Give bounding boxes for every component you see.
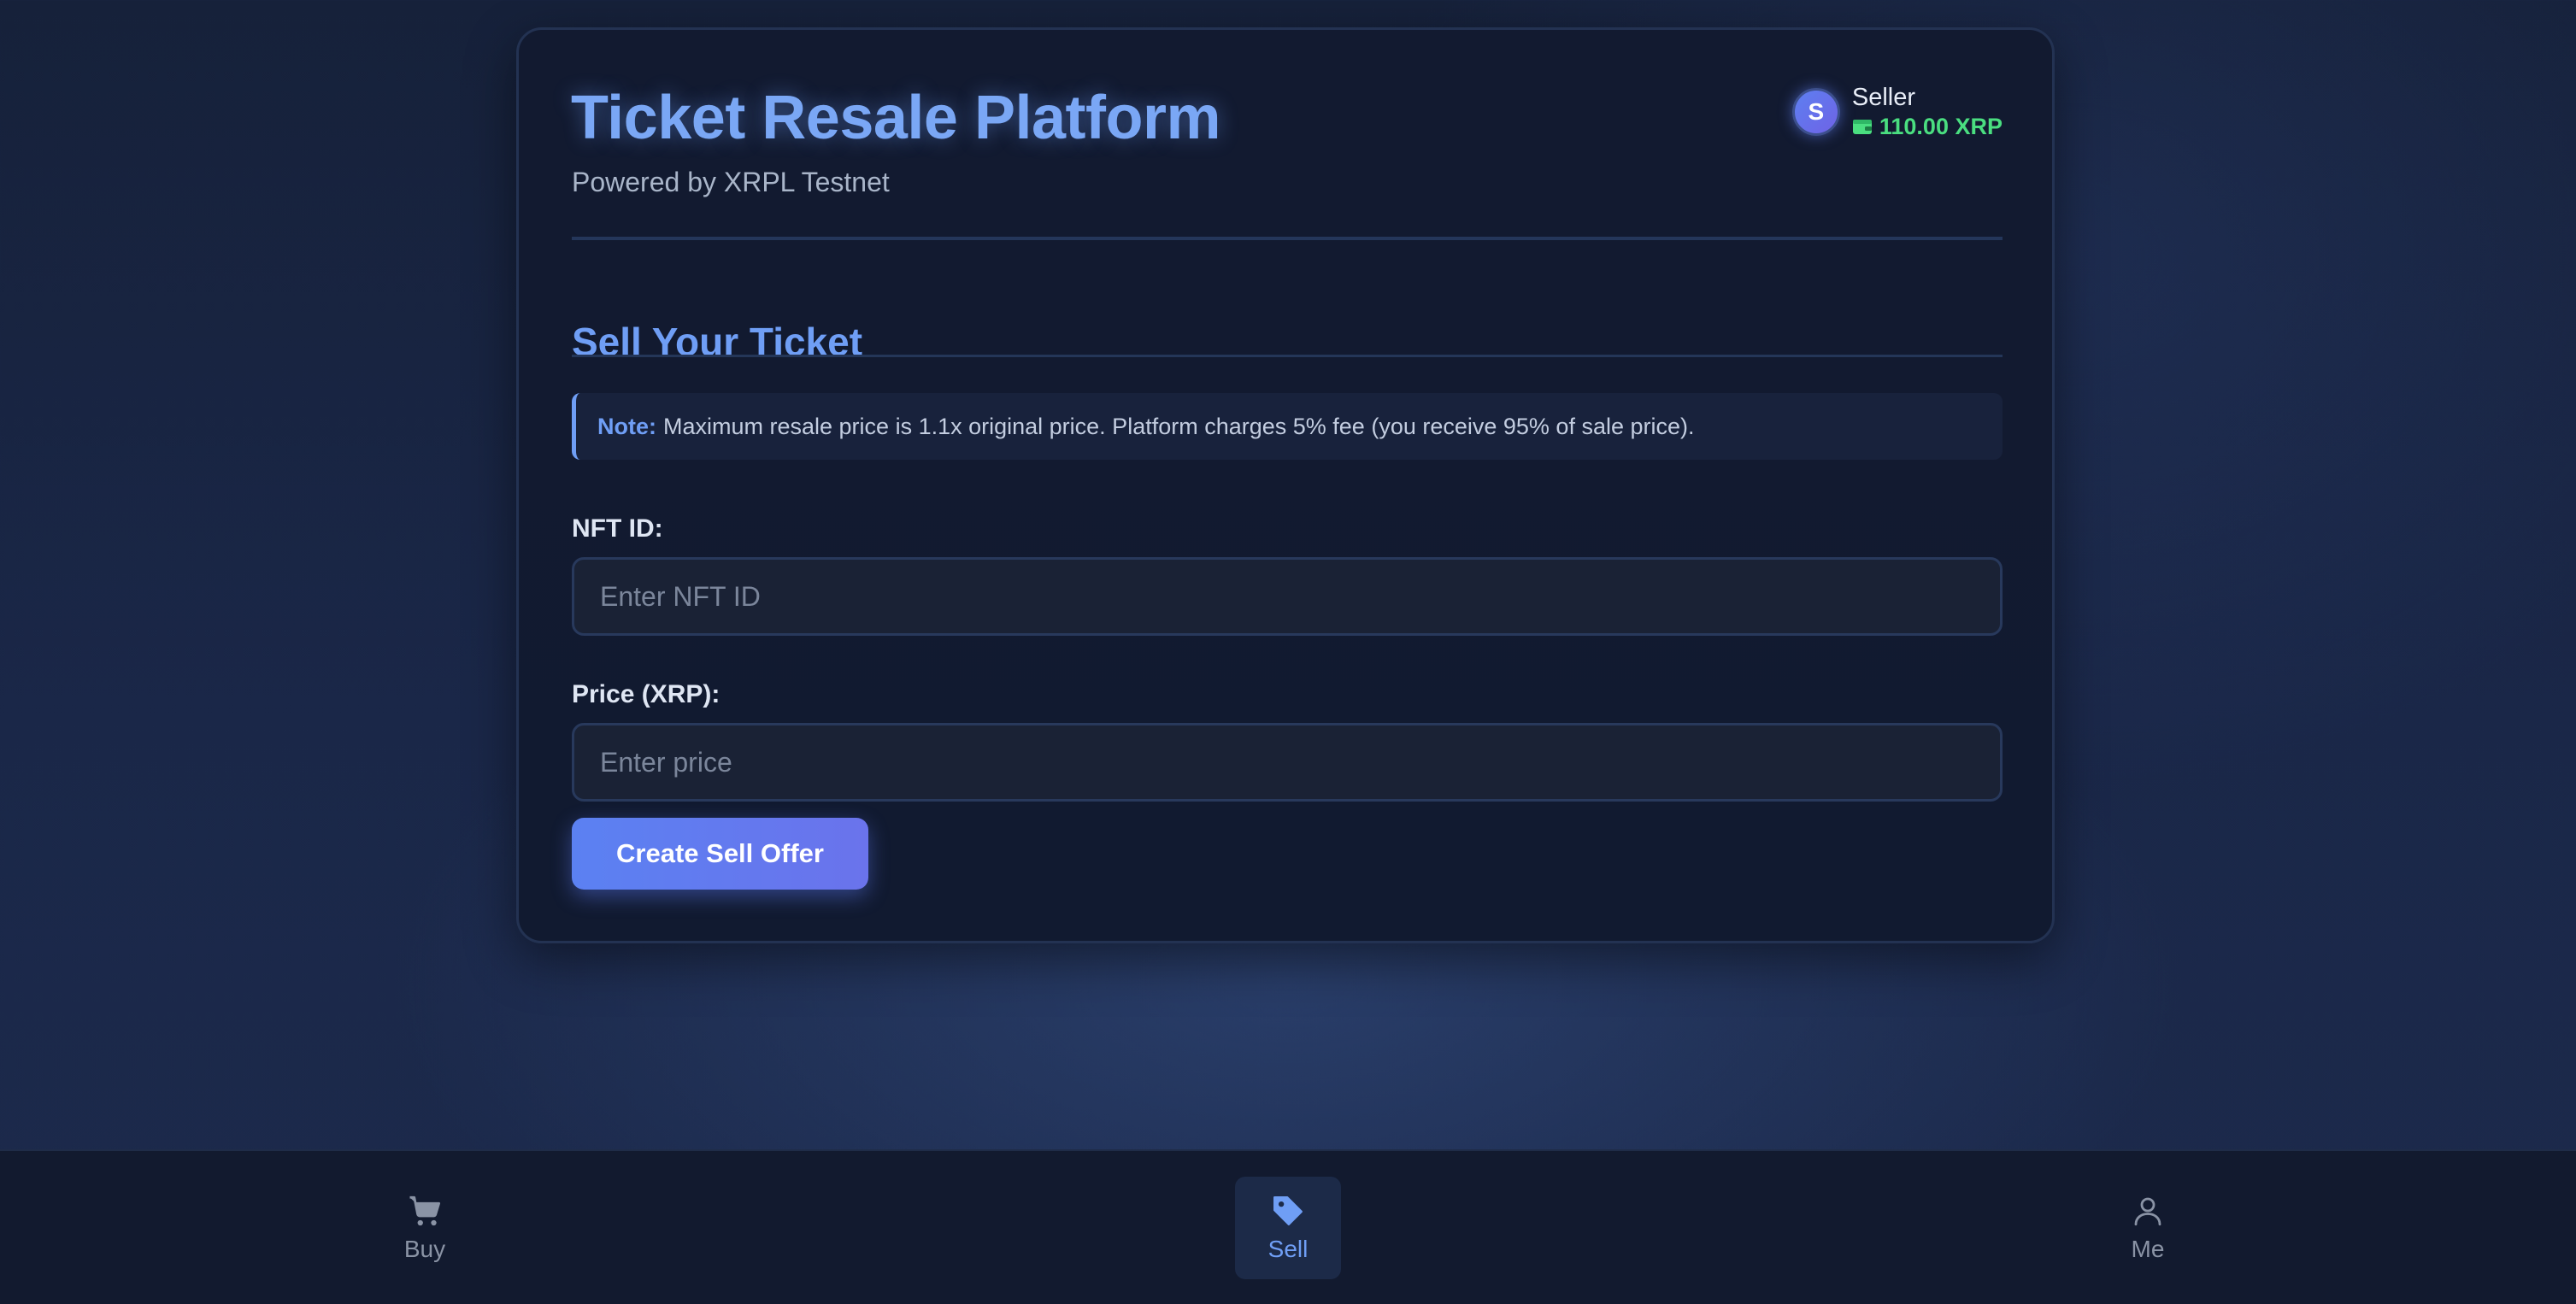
avatar[interactable]: S bbox=[1791, 87, 1840, 136]
bottom-nav: Buy Sell Me bbox=[0, 1149, 2576, 1304]
note-text: Maximum resale price is 1.1x original pr… bbox=[663, 413, 1695, 439]
note-label: Note: bbox=[597, 413, 656, 439]
wallet-icon bbox=[1852, 119, 1872, 134]
nav-sell[interactable]: Sell bbox=[1235, 1177, 1341, 1279]
create-sell-offer-button[interactable]: Create Sell Offer bbox=[572, 818, 868, 890]
page-title: Ticket Resale Platform bbox=[571, 84, 1221, 152]
nft-id-label: NFT ID: bbox=[572, 514, 663, 543]
user-text: Seller 110.00 XRP bbox=[1852, 83, 2003, 140]
balance-display: 110.00 XRP bbox=[1852, 113, 2003, 140]
price-label: Price (XRP): bbox=[572, 680, 720, 708]
header-divider bbox=[572, 237, 2003, 240]
user-icon bbox=[2134, 1197, 2161, 1226]
nav-sell-label: Sell bbox=[1267, 1236, 1309, 1262]
price-input[interactable] bbox=[572, 723, 2003, 802]
section-title: Sell Your Ticket bbox=[572, 320, 863, 364]
section-divider bbox=[572, 355, 2003, 357]
tag-icon bbox=[1273, 1196, 1303, 1225]
sell-card: Ticket Resale Platform Powered by XRPL T… bbox=[516, 27, 2055, 943]
nav-me-label: Me bbox=[2131, 1236, 2165, 1262]
nav-buy[interactable]: Buy bbox=[372, 1177, 478, 1279]
user-role: Seller bbox=[1851, 84, 1916, 111]
info-note: Note: Maximum resale price is 1.1x origi… bbox=[572, 393, 2003, 460]
page-subtitle: Powered by XRPL Testnet bbox=[572, 167, 890, 197]
cart-icon bbox=[409, 1195, 441, 1226]
nav-buy-label: Buy bbox=[403, 1236, 446, 1262]
balance-amount: 110.00 XRP bbox=[1879, 113, 2003, 139]
nav-me[interactable]: Me bbox=[2095, 1177, 2201, 1279]
nft-id-input[interactable] bbox=[572, 557, 2003, 636]
user-info[interactable]: S Seller 110.00 XRP bbox=[1791, 83, 2003, 140]
